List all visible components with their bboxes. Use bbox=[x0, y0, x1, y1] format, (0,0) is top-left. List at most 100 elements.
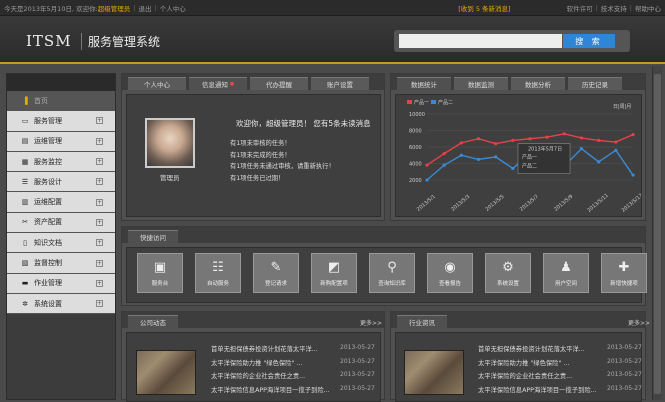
sidebar-item[interactable]: ▬ 作业管理 + bbox=[7, 273, 115, 294]
quick-item[interactable]: ▣ 服务台 bbox=[137, 253, 183, 293]
sidebar-item[interactable]: ☰ 服务设计 + bbox=[7, 172, 115, 193]
messages-link[interactable]: [收到 5 条新消息] bbox=[458, 3, 510, 13]
news-date: 2013-05-27 bbox=[340, 371, 375, 378]
sidebar-item-label: 服务设计 bbox=[34, 177, 62, 186]
monitor-icon: ▭ bbox=[21, 116, 29, 125]
tab-data-monitor[interactable]: 数据监测 bbox=[454, 77, 508, 90]
search-button[interactable]: 搜 索 bbox=[563, 34, 615, 48]
sidebar-item-home[interactable]: ▐ 首页 bbox=[7, 91, 115, 112]
news-item[interactable]: 太平洋保险信息APP海洋项目一揽子到险... bbox=[211, 385, 330, 394]
news-right-photo bbox=[404, 350, 464, 395]
task-item[interactable]: 有1项未审核的任务！ bbox=[230, 138, 335, 150]
news-date: 2013-05-27 bbox=[340, 344, 375, 351]
header: ITSM 服务管理系统 搜 索 bbox=[0, 16, 665, 64]
quick-item[interactable]: ✎ 登记请求 bbox=[253, 253, 299, 293]
news-right-more-link[interactable]: 更多>> bbox=[628, 318, 650, 327]
admin-link[interactable]: 超级管理员 bbox=[98, 3, 131, 13]
tab-personal-center[interactable]: 个人中心 bbox=[128, 77, 186, 90]
logout-link[interactable]: 退出 bbox=[138, 3, 151, 13]
tab-history[interactable]: 历史记录 bbox=[568, 77, 622, 90]
expand-icon[interactable]: + bbox=[96, 279, 103, 287]
eye-icon: ◉ bbox=[444, 260, 456, 275]
help-center-link[interactable]: 帮助中心 bbox=[635, 3, 661, 13]
sidebar-item[interactable]: ▥ 运维配置 + bbox=[7, 192, 115, 213]
expand-icon[interactable]: + bbox=[96, 239, 103, 247]
y-tick-label: 6000 bbox=[409, 145, 422, 151]
quick-item[interactable]: ♟ 用户空间 bbox=[543, 253, 589, 293]
sidebar-item[interactable]: ▧ 监督控制 + bbox=[7, 253, 115, 274]
news-item[interactable]: 太平洋保险信息APP海洋项目一揽子到险... bbox=[478, 385, 597, 394]
quick-item[interactable]: ◩ 新购配置项 bbox=[311, 253, 357, 293]
tooltip-series-b: 产品二 bbox=[522, 163, 537, 170]
data-point bbox=[442, 152, 446, 156]
sidebar-item[interactable]: ✲ 系统设置 + bbox=[7, 293, 115, 315]
tech-support-link[interactable]: 技术支持 bbox=[601, 3, 627, 13]
quick-item-label: 新购配置项 bbox=[320, 281, 348, 287]
news-item[interactable]: 太平洋保险助力推 "绿色保险" ... bbox=[478, 358, 569, 367]
expand-icon[interactable]: + bbox=[96, 300, 103, 308]
expand-icon[interactable]: + bbox=[96, 218, 103, 226]
news-item[interactable]: 太平洋保险助力推 "绿色保险" ... bbox=[211, 358, 302, 367]
new-badge-icon: ● bbox=[229, 81, 235, 87]
separator: | bbox=[133, 3, 136, 12]
line-chart: 产品一 产品二日|周|月1000080006000400020002013/5/1… bbox=[407, 99, 641, 214]
news-left-more-link[interactable]: 更多>> bbox=[360, 318, 382, 327]
database-icon: ☰ bbox=[21, 177, 29, 186]
news-date: 2013-05-27 bbox=[340, 384, 375, 392]
sidebar-item[interactable]: ✂ 资产配置 + bbox=[7, 212, 115, 234]
news-date: 2013-05-27 bbox=[607, 384, 642, 392]
tab-account-settings[interactable]: 账户设置 bbox=[311, 77, 369, 90]
news-item[interactable]: 首单无担保债券投资计划花落太平洋... bbox=[211, 344, 318, 353]
news-left-photo bbox=[136, 350, 196, 395]
news-item[interactable]: 首单无担保债券投资计划花落太平洋... bbox=[478, 344, 585, 353]
tab-data-stats[interactable]: 数据统计 bbox=[397, 77, 451, 90]
x-tick-label: 2013/5/1 bbox=[416, 194, 437, 213]
quick-item[interactable]: ◉ 查看报告 bbox=[427, 253, 473, 293]
quick-item[interactable]: ✚ 新增快捷项 bbox=[601, 253, 647, 293]
greeting-text: 今天是2013年5月10日, 欢迎你: bbox=[4, 4, 98, 13]
y-tick-label: 4000 bbox=[409, 162, 422, 168]
quick-item-label: 自动服务 bbox=[206, 281, 229, 287]
news-item[interactable]: 太平洋保险的企业社会责任之责... bbox=[211, 371, 305, 380]
expand-icon[interactable]: + bbox=[96, 259, 103, 267]
expand-icon[interactable]: + bbox=[96, 158, 103, 166]
avatar[interactable] bbox=[145, 118, 195, 168]
quick-item[interactable]: ⚙ 系统设置 bbox=[485, 253, 531, 293]
personal-center-link[interactable]: 个人中心 bbox=[160, 3, 186, 13]
data-point bbox=[425, 178, 429, 182]
legend-label: 产品一 bbox=[414, 99, 429, 106]
data-point bbox=[494, 155, 498, 159]
sidebar-item[interactable]: ▯ 知识文档 + bbox=[7, 233, 115, 254]
separator: | bbox=[595, 3, 598, 12]
software-license-link[interactable]: 软件许可 bbox=[567, 3, 593, 13]
task-item[interactable]: 有1项任务已过期！ bbox=[230, 173, 335, 185]
top-bar: 今天是2013年5月10日, 欢迎你: 超级管理员 | 退出 | 个人中心 [收… bbox=[0, 0, 665, 16]
sidebar-item[interactable]: ▤ 运维管理 + bbox=[7, 131, 115, 152]
expand-icon[interactable]: + bbox=[96, 117, 103, 125]
scrollbar[interactable] bbox=[652, 66, 662, 400]
search-input[interactable] bbox=[399, 34, 562, 48]
task-list: 有1项未审核的任务！ 有1项未完成的任务！ 有1项任务未通过审核，请重新执行！ … bbox=[230, 138, 335, 184]
sidebar-list: ▭ 服务管理 + ▤ 运维管理 + ▦ 服务监控 + ☰ 服务设计 + ▥ 运维配置 + ✂ 资产配置 + ▯ 知识文… bbox=[7, 111, 115, 315]
sidebar-item[interactable]: ▭ 服务管理 + bbox=[7, 111, 115, 132]
stats-panel-tabs: 数据统计 数据监测 数据分析 历史记录 bbox=[391, 74, 645, 90]
task-item[interactable]: 有1项未完成的任务！ bbox=[230, 150, 335, 162]
quick-item-label: 登记请求 bbox=[264, 281, 287, 287]
tab-notifications[interactable]: 信息通知 ● bbox=[189, 77, 247, 90]
expand-icon[interactable]: + bbox=[96, 178, 103, 186]
news-item[interactable]: 太平洋保险的企业社会责任之责... bbox=[478, 371, 572, 380]
search-box: 搜 索 bbox=[394, 30, 630, 52]
quick-item[interactable]: ⚲ 查询知识库 bbox=[369, 253, 415, 293]
tooltip-series-a: 产品一 bbox=[522, 154, 537, 161]
quick-item[interactable]: ☷ 自动服务 bbox=[195, 253, 241, 293]
data-point bbox=[459, 141, 463, 145]
tab-reminders[interactable]: 代办提醒 bbox=[250, 77, 308, 90]
news-left-tabs: 公司动态 bbox=[122, 312, 384, 328]
expand-icon[interactable]: + bbox=[96, 198, 103, 206]
sidebar-item[interactable]: ▦ 服务监控 + bbox=[7, 151, 115, 173]
expand-icon[interactable]: + bbox=[96, 137, 103, 145]
sidebar-item-label: 监督控制 bbox=[34, 259, 62, 268]
task-item[interactable]: 有1项任务未通过审核，请重新执行！ bbox=[230, 161, 335, 173]
tab-data-analysis[interactable]: 数据分析 bbox=[511, 77, 565, 90]
scrollbar-thumb[interactable] bbox=[654, 74, 661, 394]
